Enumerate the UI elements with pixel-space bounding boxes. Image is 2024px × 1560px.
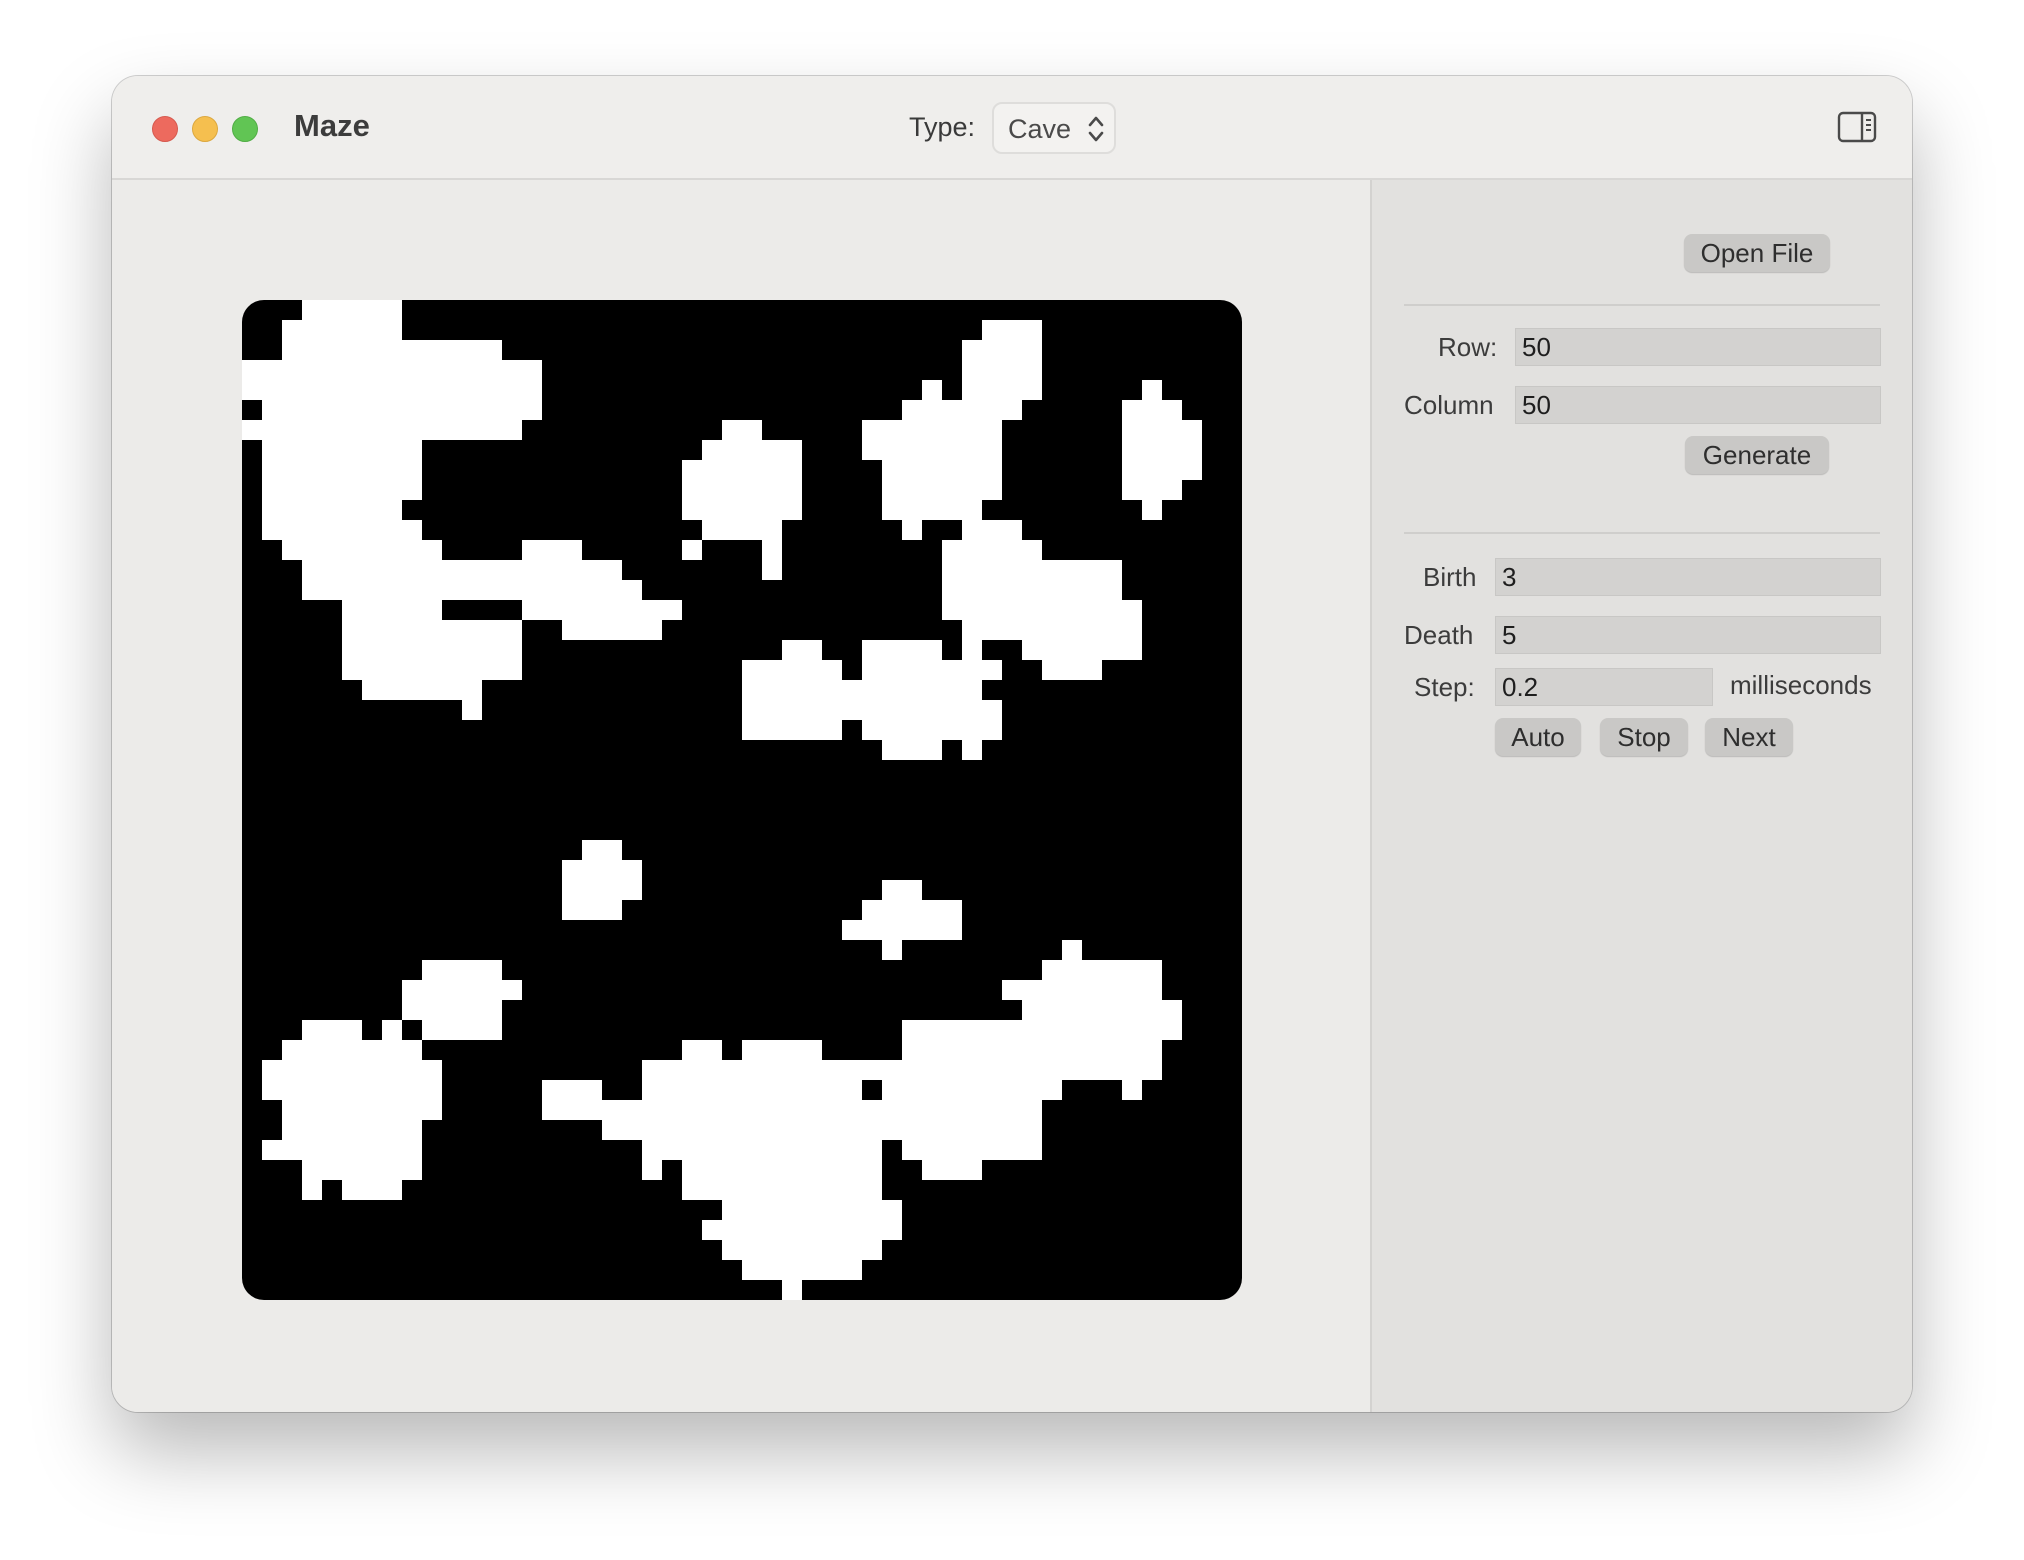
birth-label: Birth <box>1423 562 1477 592</box>
row-field[interactable]: 50 <box>1515 328 1881 366</box>
maze-grid[interactable] <box>242 300 1242 1300</box>
divider <box>1404 532 1880 534</box>
divider <box>1404 304 1880 306</box>
close-window-button[interactable] <box>152 116 178 142</box>
row-label: Row: <box>1438 332 1498 362</box>
step-field[interactable]: 0.2 <box>1495 668 1713 706</box>
generate-button[interactable]: Generate <box>1685 436 1829 474</box>
window-title: Maze <box>294 108 370 143</box>
auto-button[interactable]: Auto <box>1495 718 1581 756</box>
up-down-chevron-icon <box>1088 116 1104 142</box>
next-button[interactable]: Next <box>1705 718 1793 756</box>
death-field[interactable]: 5 <box>1495 616 1881 654</box>
maze-cells <box>242 300 1202 1300</box>
type-label: Type: <box>909 112 976 142</box>
title-bar: Maze Type: Cave <box>112 76 1912 180</box>
minimize-window-button[interactable] <box>192 116 218 142</box>
type-select[interactable]: Cave <box>992 102 1116 154</box>
open-file-button[interactable]: Open File <box>1684 234 1830 272</box>
step-label: Step: <box>1414 672 1475 702</box>
death-label: Death <box>1404 620 1474 650</box>
column-field[interactable]: 50 <box>1515 386 1881 424</box>
type-select-value: Cave <box>1008 114 1072 144</box>
birth-field[interactable]: 3 <box>1495 558 1881 596</box>
maze-canvas-area <box>112 180 1370 1412</box>
maze-window: Maze Type: Cave Open File Row: 50 Column… <box>112 76 1912 1412</box>
step-unit: milliseconds <box>1730 670 1872 700</box>
zoom-window-button[interactable] <box>232 116 258 142</box>
stop-button[interactable]: Stop <box>1600 718 1688 756</box>
inspector-panel: Open File Row: 50 Column 50 Generate Bir… <box>1370 180 1912 1412</box>
column-label: Column <box>1404 390 1494 420</box>
sidebar-toggle-icon[interactable] <box>1837 110 1877 144</box>
